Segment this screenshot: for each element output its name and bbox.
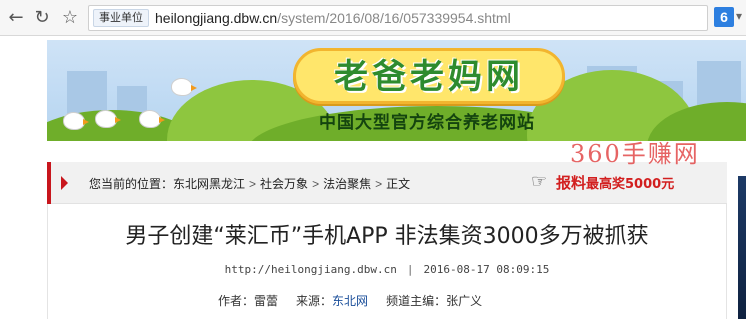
meta-divider: |	[406, 263, 414, 276]
bird-icon	[139, 110, 165, 128]
source-label: 来源：	[296, 294, 333, 308]
bird-icon	[63, 112, 89, 130]
article-meta: http://heilongjiang.dbw.cn | 2016-08-17 08…	[47, 263, 727, 277]
editor-name: 张广义	[446, 294, 483, 308]
author-name: 雷蕾	[254, 294, 279, 308]
breadcrumb-arrow-icon	[61, 176, 68, 190]
toolbar-more-icon[interactable]: ▾	[736, 9, 746, 23]
reload-icon[interactable]: ↻	[30, 6, 54, 30]
breadcrumb-trail: 您当前的位置：东北网黑龙江 > 社会万象 > 法治聚焦 > 正文	[89, 176, 410, 192]
site-logo: 老爸老妈网	[334, 57, 524, 97]
breadcrumb-separator: >	[312, 177, 320, 191]
publish-datetime: 2016-08-17 08:09:15	[423, 263, 550, 276]
logo-sign: 老爸老妈网	[293, 48, 565, 104]
breadcrumb-item-current: 正文	[386, 177, 411, 191]
tip-prize: 最高奖5000元	[586, 177, 675, 192]
breadcrumb-separator: >	[249, 177, 257, 191]
article-title: 男子创建“莱汇币”手机APP 非法集资3000多万被抓获	[125, 224, 649, 249]
banner-subtitle: 中国大型官方综合养老网站	[319, 113, 535, 133]
source-name[interactable]: 东北网	[332, 293, 368, 309]
address-bar[interactable]: 事业单位 heilongjiang.dbw.cn/system/2016/08/…	[88, 5, 708, 31]
url-host: heilongjiang.dbw.cn	[155, 10, 278, 26]
url-text[interactable]: heilongjiang.dbw.cn/system/2016/08/16/05…	[155, 9, 511, 27]
breadcrumb-item-law[interactable]: 法治聚焦	[323, 176, 371, 192]
extension-icon[interactable]: 6	[714, 7, 734, 27]
browser-toolbar: ← ↻ ☆ 事业单位 heilongjiang.dbw.cn/system/20…	[0, 0, 746, 36]
watermark-text: 360手赚网	[570, 140, 700, 168]
bird-icon	[95, 110, 121, 128]
breadcrumb-prefix: 您当前的位置：	[89, 177, 174, 191]
breadcrumb-separator: >	[375, 177, 383, 191]
breadcrumb-accent	[47, 162, 51, 204]
breadcrumb-item-society[interactable]: 社会万象	[260, 176, 308, 192]
site-banner[interactable]: 老爸老妈网 中国大型官方综合养老网站	[47, 40, 746, 141]
source-url[interactable]: http://heilongjiang.dbw.cn	[225, 263, 397, 276]
editor-label: 频道主编：	[386, 294, 447, 308]
back-icon[interactable]: ←	[4, 6, 28, 30]
side-ad-thumbnail[interactable]	[738, 176, 746, 319]
article-byline: 作者：雷蕾 来源：东北网 频道主编：张广义	[218, 293, 482, 309]
bird-icon	[171, 78, 197, 96]
tip-label: 报料	[556, 174, 587, 192]
url-path: /system/2016/08/16/057339954.shtml	[277, 10, 511, 26]
breadcrumb-item-heilongjiang[interactable]: 东北网黑龙江	[173, 176, 245, 192]
hand-pointer-icon[interactable]: ☞	[531, 171, 553, 193]
news-tip-link[interactable]: 报料最高奖5000元	[556, 174, 674, 194]
author-label: 作者：	[218, 294, 255, 308]
site-type-tag: 事业单位	[93, 9, 149, 27]
star-icon[interactable]: ☆	[58, 6, 82, 30]
